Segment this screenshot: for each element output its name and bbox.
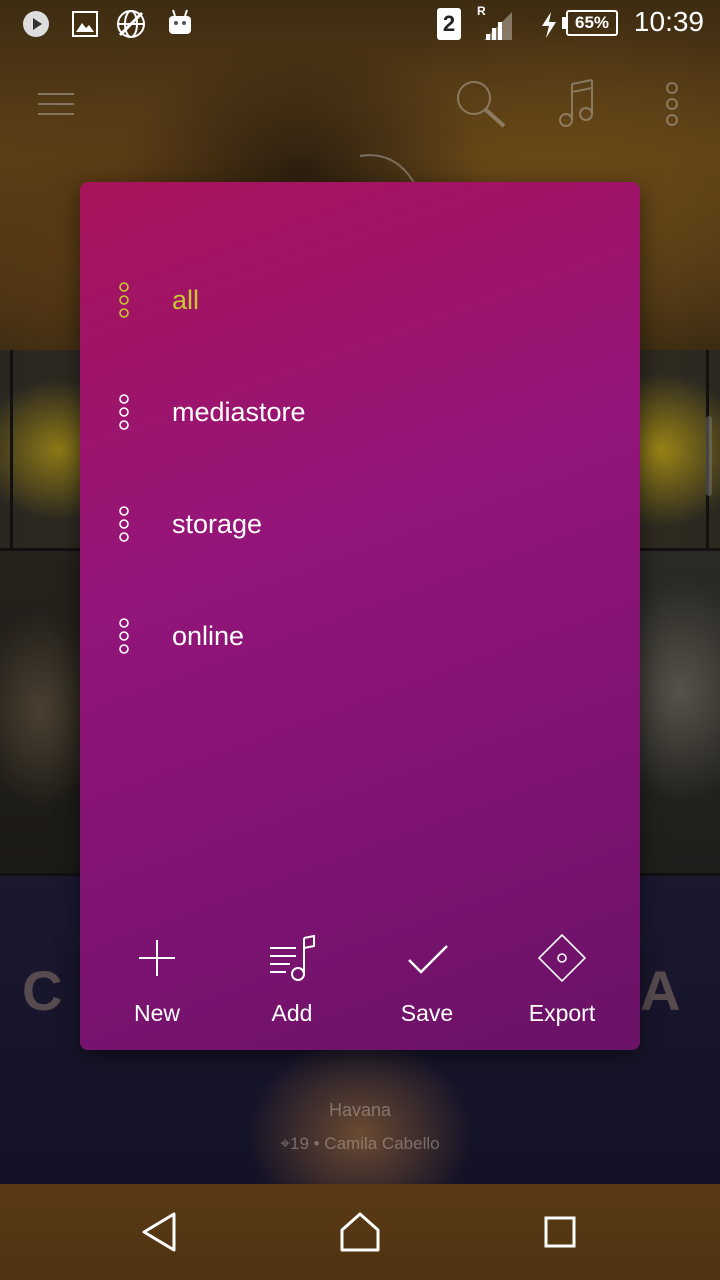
battery-percentage: 65% xyxy=(566,10,618,36)
add-button[interactable]: Add xyxy=(222,934,362,1034)
save-button-label: Save xyxy=(400,1000,454,1026)
home-icon[interactable] xyxy=(336,1208,384,1256)
item-options-icon[interactable] xyxy=(118,394,130,430)
list-item-storage[interactable]: storage xyxy=(80,468,640,580)
list-item-all[interactable]: all xyxy=(80,244,640,356)
export-button[interactable]: Export xyxy=(492,934,632,1034)
charging-icon xyxy=(542,12,556,38)
now-playing-subtitle: ⌖19 • Camila Cabello xyxy=(280,1134,440,1153)
item-options-icon[interactable] xyxy=(118,618,130,654)
list-item-online[interactable]: online xyxy=(80,580,640,692)
check-icon xyxy=(408,945,448,974)
list-item-label: storage xyxy=(172,509,263,539)
navigation-bar xyxy=(0,1184,720,1280)
signal-icon xyxy=(484,12,512,40)
album-title-fragment-right: A xyxy=(640,959,681,1022)
album-title-fragment-left: C xyxy=(22,959,63,1022)
status-bar: 2 R 65% 10:39 xyxy=(0,0,720,50)
recents-icon[interactable] xyxy=(536,1208,584,1256)
play-icon xyxy=(23,11,49,37)
status-clock: 10:39 xyxy=(633,6,704,37)
now-playing-title: Havana xyxy=(328,1100,392,1120)
add-to-playlist-icon xyxy=(270,934,315,981)
android-icon xyxy=(169,9,191,34)
list-item-label: online xyxy=(172,621,245,651)
source-selector-dialog: all mediastore storage online New Add Sa… xyxy=(80,182,640,1050)
image-icon xyxy=(72,11,98,37)
export-button-label: Export xyxy=(528,1000,596,1026)
list-item-label: all xyxy=(172,285,200,315)
export-diamond-icon xyxy=(538,934,586,982)
overflow-menu-icon xyxy=(666,82,678,126)
search-icon xyxy=(457,81,506,128)
menu-icon xyxy=(38,93,74,115)
add-button-label: Add xyxy=(271,1000,313,1026)
plus-icon xyxy=(139,940,175,976)
vpn-globe-icon xyxy=(117,10,145,38)
screen: C A Havana ⌖19 • Camila Cabello 2 R 65% … xyxy=(0,0,720,1280)
divider xyxy=(10,350,13,550)
list-item-mediastore[interactable]: mediastore xyxy=(80,356,640,468)
new-button-label: New xyxy=(133,1000,180,1026)
list-item-label: mediastore xyxy=(172,397,306,427)
scrollbar[interactable] xyxy=(706,416,712,496)
item-options-icon[interactable] xyxy=(118,282,130,318)
sim-slot-badge: 2 xyxy=(437,8,461,40)
music-note-icon xyxy=(559,79,593,127)
item-options-icon[interactable] xyxy=(118,506,130,542)
new-button[interactable]: New xyxy=(87,934,227,1034)
save-button[interactable]: Save xyxy=(357,934,497,1034)
back-icon[interactable] xyxy=(136,1208,184,1256)
